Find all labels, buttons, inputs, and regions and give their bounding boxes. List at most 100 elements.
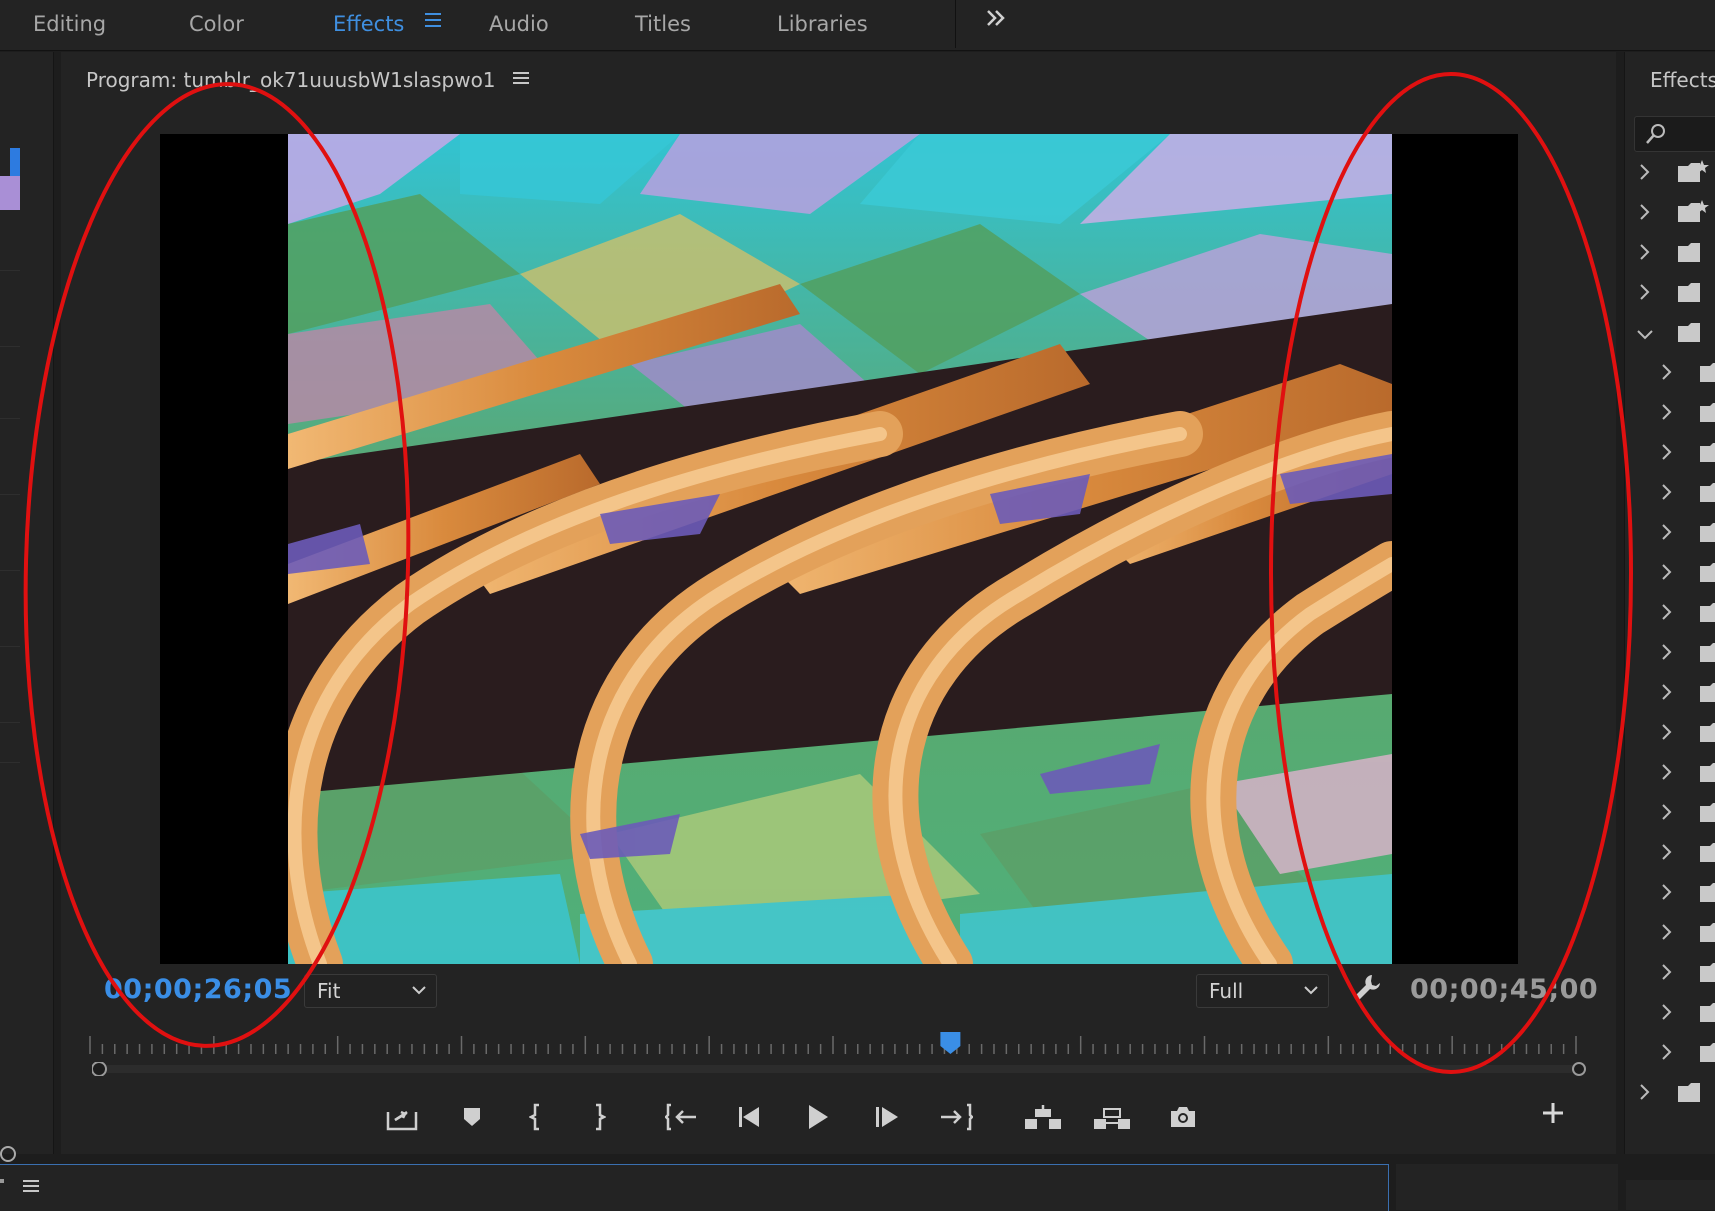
effects-bin-row[interactable]	[1658, 720, 1715, 750]
export-frame-button[interactable]	[380, 1098, 424, 1136]
effects-bin-row[interactable]	[1658, 760, 1715, 790]
folder-icon	[1700, 723, 1715, 742]
chevron-right-icon[interactable]	[1636, 202, 1654, 224]
workspace-tab-editing[interactable]: Editing	[33, 12, 106, 36]
workspace-tab-color[interactable]: Color	[189, 12, 244, 36]
effects-bin-row[interactable]	[1636, 1080, 1715, 1110]
effects-bin-row[interactable]	[1658, 880, 1715, 910]
chevron-right-icon[interactable]	[1636, 1082, 1654, 1104]
effects-bin-row[interactable]	[1636, 160, 1715, 190]
effects-bin-row[interactable]	[1658, 680, 1715, 710]
chevron-right-icon[interactable]	[1658, 482, 1676, 504]
workspace-tab-libraries[interactable]: Libraries	[777, 12, 868, 36]
extract-button[interactable]	[1090, 1098, 1134, 1136]
chevron-right-icon[interactable]	[1658, 922, 1676, 944]
folder-icon	[1700, 683, 1715, 702]
folder-icon	[1678, 243, 1700, 262]
chevron-right-icon[interactable]	[1658, 442, 1676, 464]
effects-bin-row[interactable]	[1658, 400, 1715, 430]
chevron-down-icon[interactable]	[1636, 322, 1654, 344]
time-ruler[interactable]	[86, 1030, 1580, 1056]
chevron-right-icon[interactable]	[1658, 842, 1676, 864]
effects-bin-row[interactable]	[1658, 360, 1715, 390]
zoom-scrollbar[interactable]	[92, 1062, 1586, 1076]
chevron-right-icon[interactable]	[1658, 1002, 1676, 1024]
video-frame[interactable]	[160, 134, 1518, 964]
effects-bin-row[interactable]	[1658, 640, 1715, 670]
effects-search-input[interactable]	[1634, 116, 1715, 152]
chevron-right-icon[interactable]	[1636, 162, 1654, 184]
chevron-right-icon[interactable]	[1658, 562, 1676, 584]
effects-bin-row[interactable]	[1658, 840, 1715, 870]
chevron-right-icon[interactable]	[1636, 282, 1654, 304]
video-content	[288, 134, 1392, 964]
folder-icon	[1678, 283, 1700, 302]
button-editor-plus-icon[interactable]	[1540, 1100, 1566, 1130]
workspace-tab-titles[interactable]: Titles	[635, 12, 691, 36]
chevron-right-icon[interactable]	[1658, 602, 1676, 624]
chevron-right-icon[interactable]	[1658, 522, 1676, 544]
chevron-right-icon[interactable]	[1658, 882, 1676, 904]
add-marker-icon	[464, 1108, 480, 1126]
folder-icon	[1700, 523, 1715, 542]
effects-bin-row[interactable]	[1636, 320, 1715, 350]
effects-bin-row[interactable]	[1658, 960, 1715, 990]
effects-bin-row[interactable]	[1658, 600, 1715, 630]
workspace-menu-icon[interactable]	[424, 10, 442, 32]
chevron-right-icon[interactable]	[1658, 1042, 1676, 1064]
chevron-down-icon	[1304, 977, 1318, 1005]
workspace-tab-effects[interactable]: Effects	[333, 12, 404, 36]
effects-bin-row[interactable]	[1658, 920, 1715, 950]
current-timecode[interactable]: 00;00;26;05	[104, 974, 292, 1005]
export-frame-camera-button[interactable]	[1161, 1098, 1205, 1136]
chevron-right-icon[interactable]	[1658, 682, 1676, 704]
effects-bin-row[interactable]	[1636, 200, 1715, 230]
chevron-right-icon[interactable]	[1658, 762, 1676, 784]
resolution-dropdown[interactable]: Full	[1196, 974, 1329, 1008]
chevron-right-icon[interactable]	[1658, 802, 1676, 824]
workspace-tab-audio[interactable]: Audio	[489, 12, 549, 36]
folder-icon	[1700, 443, 1715, 462]
zoom-value: Fit	[317, 979, 341, 1003]
wrench-icon[interactable]	[1352, 972, 1382, 1006]
effects-bin-row[interactable]	[1636, 280, 1715, 310]
play-button[interactable]	[796, 1098, 840, 1136]
step-forward-button[interactable]	[866, 1098, 910, 1136]
effects-bin-row[interactable]	[1658, 1000, 1715, 1030]
effects-bin-row[interactable]	[1658, 800, 1715, 830]
panel-menu-icon[interactable]	[22, 1177, 40, 1199]
go-to-in-button[interactable]	[660, 1098, 704, 1136]
folder-icon	[1700, 643, 1715, 662]
step-back-button[interactable]	[729, 1098, 773, 1136]
effects-bin-row[interactable]	[1658, 440, 1715, 470]
scroll-handle-left[interactable]	[92, 1062, 107, 1076]
add-marker-button[interactable]	[450, 1098, 494, 1136]
lift-button[interactable]	[1021, 1098, 1065, 1136]
chevron-right-icon[interactable]	[1658, 402, 1676, 424]
effects-bin-row[interactable]	[1658, 480, 1715, 510]
bottom-right-panel	[1626, 1180, 1715, 1210]
folder-icon	[1700, 363, 1715, 382]
overflow-chevron-icon[interactable]	[984, 6, 1008, 37]
panel-menu-icon[interactable]	[512, 68, 530, 92]
go-to-out-button[interactable]	[934, 1098, 978, 1136]
go-to-out-icon	[941, 1103, 973, 1131]
folder-icon	[1700, 603, 1715, 622]
effects-bin-row[interactable]	[1636, 240, 1715, 270]
folder-icon	[1678, 323, 1700, 342]
extract-icon	[1094, 1108, 1130, 1129]
chevron-right-icon[interactable]	[1636, 242, 1654, 264]
chevron-right-icon[interactable]	[1658, 962, 1676, 984]
zoom-dropdown[interactable]: Fit	[304, 974, 437, 1008]
chevron-down-icon	[412, 977, 426, 1005]
chevron-right-icon[interactable]	[1658, 722, 1676, 744]
effects-bin-row[interactable]	[1658, 1040, 1715, 1070]
chevron-right-icon[interactable]	[1658, 642, 1676, 664]
mark-out-button[interactable]	[577, 1098, 621, 1136]
effects-bin-row[interactable]	[1658, 520, 1715, 550]
effects-bin-row[interactable]	[1658, 560, 1715, 590]
chevron-right-icon[interactable]	[1658, 362, 1676, 384]
scroll-handle-right[interactable]	[1572, 1062, 1586, 1076]
mark-in-button[interactable]	[514, 1098, 558, 1136]
folder-icon	[1700, 563, 1715, 582]
